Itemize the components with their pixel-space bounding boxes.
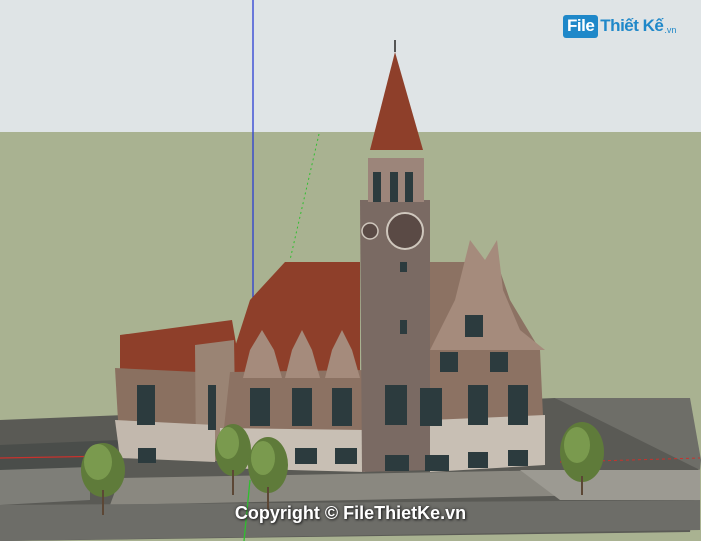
filethietke-logo: File Thiết Kế .vn [563,12,676,40]
sketchup-viewport[interactable]: File Thiết Kế .vn Copyright © FileThietK… [0,0,701,541]
logo-domain-text: .vn [664,24,677,35]
copyright-watermark: Copyright © FileThietKe.vn [234,503,467,523]
model-render [0,0,701,541]
logo-main-text: Thiết Kế [600,16,664,35]
logo-box-text: File [563,14,599,38]
clock-face [386,212,424,250]
